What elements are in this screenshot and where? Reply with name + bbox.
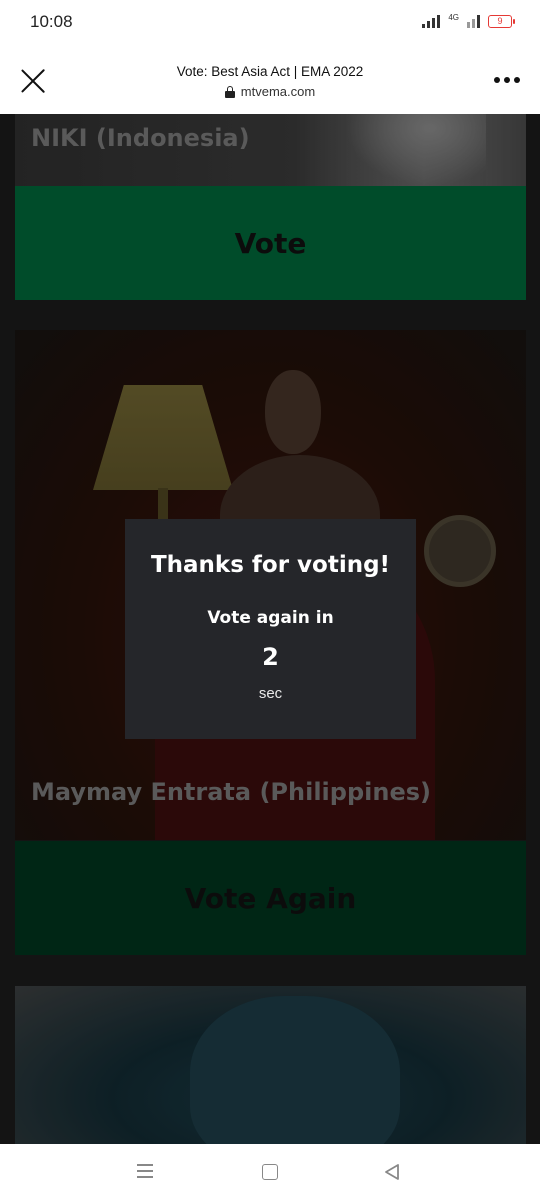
url-row: mtvema.com xyxy=(90,84,450,99)
home-icon[interactable] xyxy=(262,1164,278,1180)
recent-apps-icon[interactable] xyxy=(137,1164,153,1178)
system-nav-bar xyxy=(0,1144,540,1200)
cell-signal-icon xyxy=(467,14,480,28)
status-bar: 10:08 4G 9 xyxy=(0,0,540,48)
countdown-unit: sec xyxy=(258,685,283,702)
wifi-signal-icon xyxy=(422,14,441,28)
artist-name-niki: NIKI (Indonesia) xyxy=(31,124,250,152)
more-options-icon[interactable] xyxy=(494,77,520,83)
battery-icon: 9 xyxy=(488,15,515,28)
url-text: mtvema.com xyxy=(240,84,316,99)
network-type-label: 4G xyxy=(448,13,459,22)
status-icons: 4G 9 xyxy=(422,13,515,28)
close-icon[interactable] xyxy=(20,68,46,94)
lock-icon xyxy=(224,85,235,98)
status-time: 10:08 xyxy=(30,12,73,31)
browser-header: Vote: Best Asia Act | EMA 2022 mtvema.co… xyxy=(0,48,540,114)
page-title: Vote: Best Asia Act | EMA 2022 xyxy=(176,64,364,79)
modal-title: Thanks for voting! xyxy=(150,552,391,578)
artist-name-maymay: Maymay Entrata (Philippines) xyxy=(31,778,431,806)
countdown-value: 2 xyxy=(262,643,279,671)
back-icon[interactable] xyxy=(383,1163,401,1181)
vote-confirmation-modal: Thanks for voting! Vote again in 2 sec xyxy=(125,519,416,739)
modal-subtitle: Vote again in xyxy=(207,608,334,628)
